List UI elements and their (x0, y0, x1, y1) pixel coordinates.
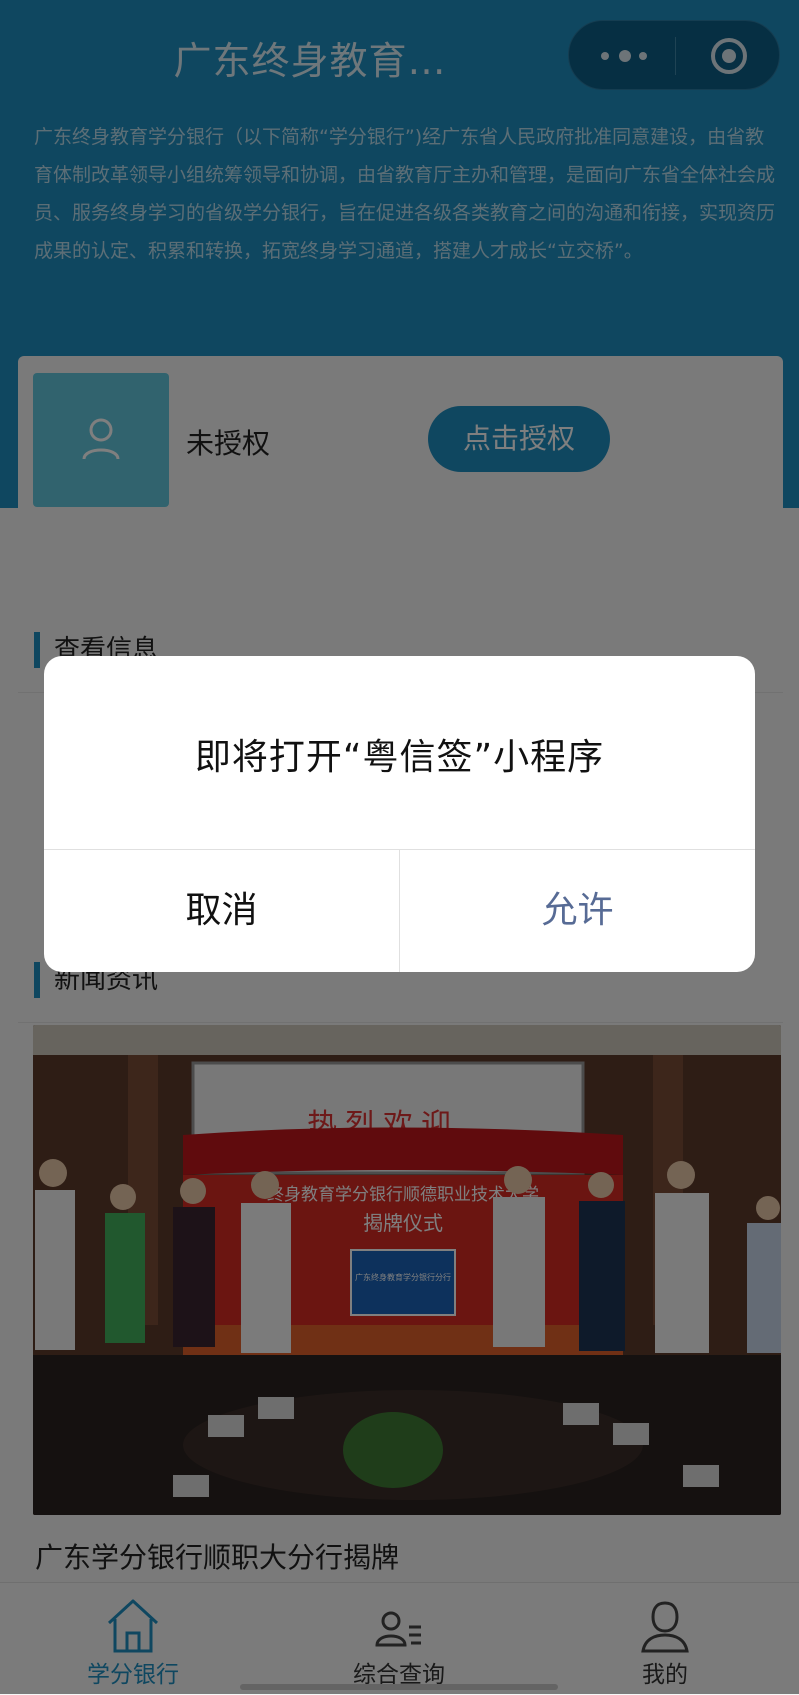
dialog-message: 即将打开“粤信签”小程序 (194, 737, 605, 778)
cancel-button[interactable]: 取消 (44, 850, 399, 972)
confirm-dialog: 即将打开“粤信签”小程序 取消 允许 (44, 656, 755, 972)
allow-button[interactable]: 允许 (400, 850, 755, 972)
